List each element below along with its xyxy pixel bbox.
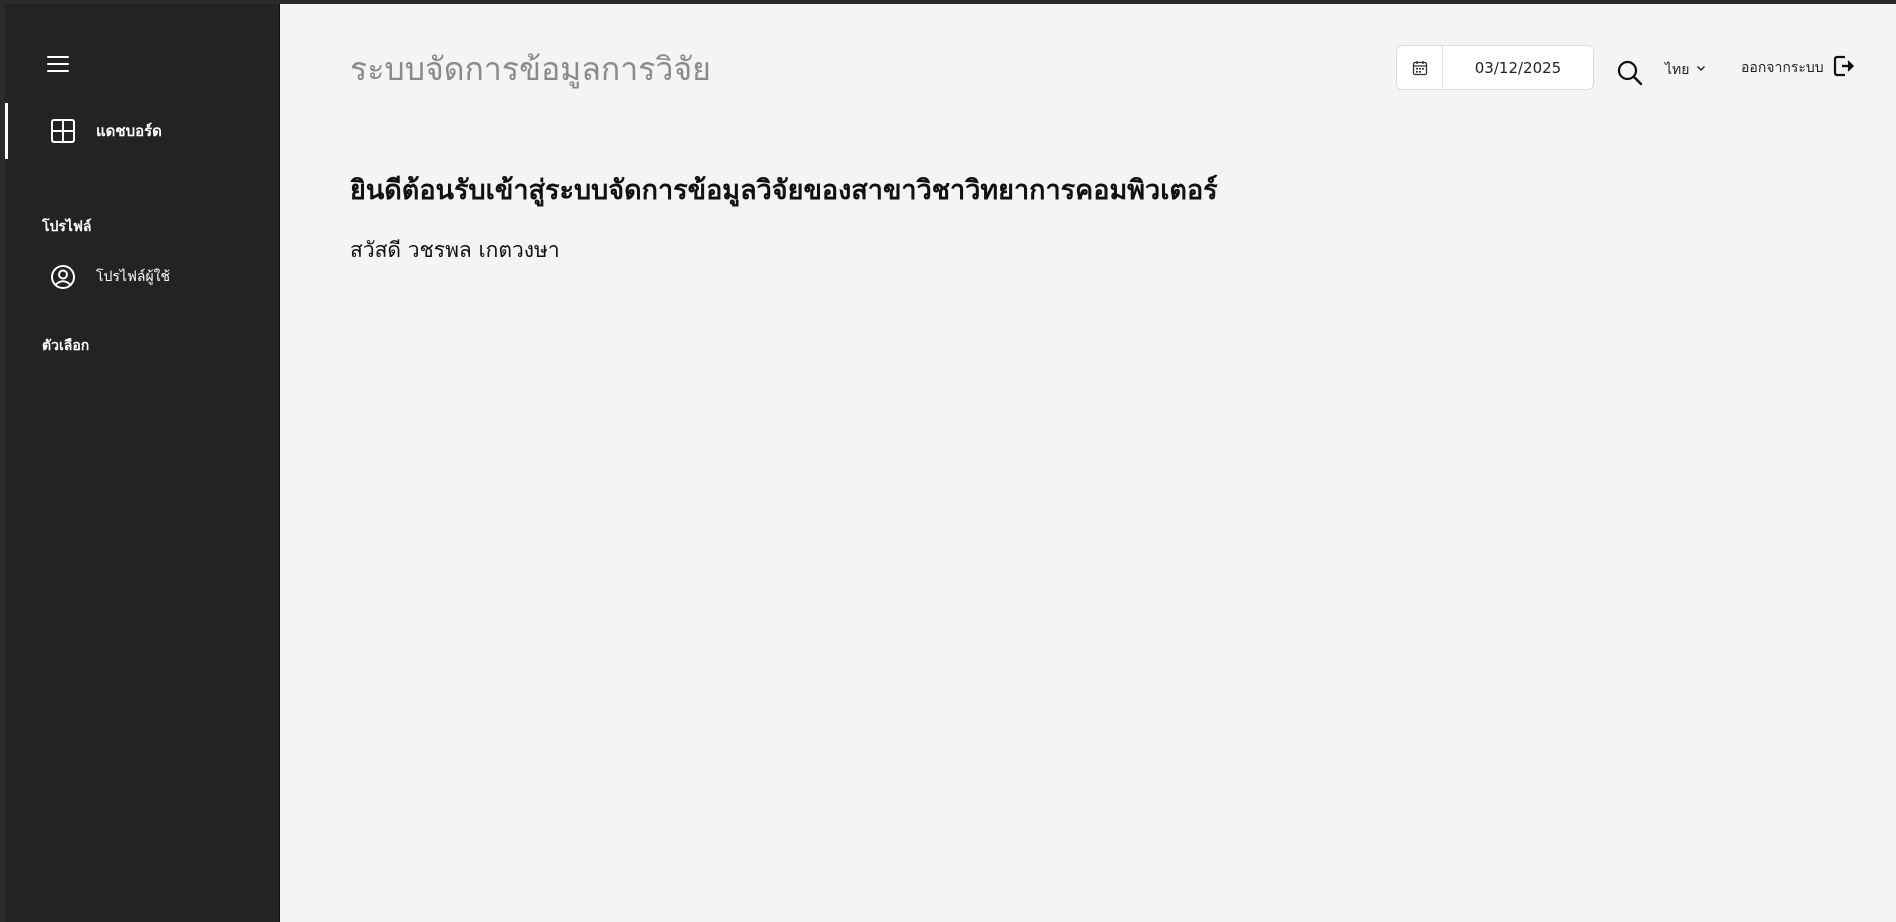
search-icon[interactable] xyxy=(1616,59,1644,87)
logout-button[interactable]: ออกจากระบบ xyxy=(1741,54,1856,82)
logout-icon xyxy=(1832,54,1856,82)
welcome-heading: ยินดีต้อนรับเข้าสู่ระบบจัดการข้อมูลวิจัย… xyxy=(350,175,1218,206)
language-selector[interactable]: ไทย xyxy=(1665,59,1707,81)
sidebar-item-dashboard[interactable]: แดชบอร์ด xyxy=(5,103,280,159)
chevron-down-icon xyxy=(1695,62,1707,78)
calendar-icon[interactable] xyxy=(1397,46,1443,89)
date-value: 03/12/2025 xyxy=(1474,58,1562,77)
app-window: แดชบอร์ด โปรไฟล์ โปรไฟล์ผู้ใช้ ตัวเลือก … xyxy=(5,4,1896,922)
dashboard-grid-icon xyxy=(49,117,77,145)
date-picker[interactable]: 03/12/2025 xyxy=(1396,45,1594,90)
greeting-text: สวัสดี วชรพล เกตวงษา xyxy=(350,238,560,262)
sidebar-item-user-profile[interactable]: โปรไฟล์ผู้ใช้ xyxy=(5,249,280,305)
sidebar: แดชบอร์ด โปรไฟล์ โปรไฟล์ผู้ใช้ ตัวเลือก xyxy=(5,4,280,922)
language-label: ไทย xyxy=(1665,62,1690,78)
page-title: ระบบจัดการข้อมูลการวิจัย xyxy=(350,50,711,88)
sidebar-item-label: แดชบอร์ด xyxy=(96,122,162,140)
section-profile-heading: โปรไฟล์ xyxy=(42,219,92,235)
hamburger-icon[interactable] xyxy=(47,52,71,76)
section-options-heading: ตัวเลือก xyxy=(42,338,90,354)
sidebar-item-label: โปรไฟล์ผู้ใช้ xyxy=(96,269,170,285)
logout-label: ออกจากระบบ xyxy=(1741,60,1824,76)
user-circle-icon xyxy=(49,263,77,291)
main-content: ระบบจัดการข้อมูลการวิจัย 03/12/2025 ไทย … xyxy=(280,4,1896,922)
